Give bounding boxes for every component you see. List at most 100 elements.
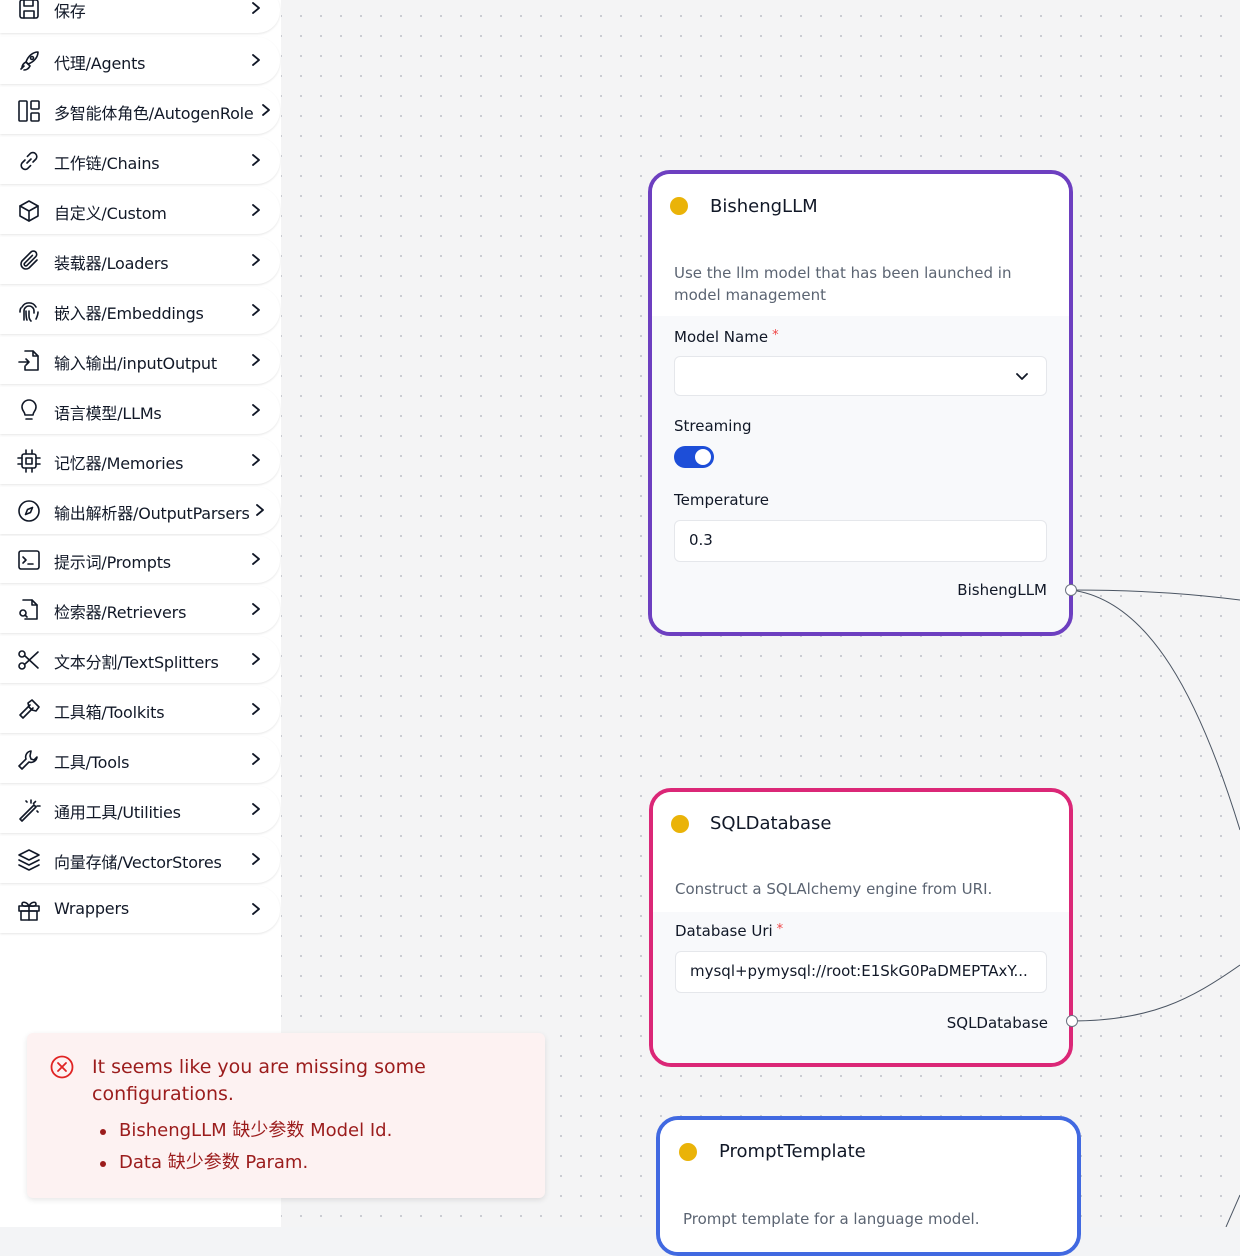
toast-error-list: BishengLLM 缺少参数 Model Id. Data 缺少参数 Para… <box>100 1119 392 1183</box>
toast-error-item: BishengLLM 缺少参数 Model Id. <box>100 1119 392 1151</box>
sidebar-item[interactable]: 保存 <box>0 0 280 33</box>
chevron-right-icon <box>252 304 260 316</box>
sidebar-item-label: 保存 <box>54 2 86 21</box>
sidebar-item-label: 记忆器/Memories <box>54 454 184 473</box>
sidebar-item-label: 代理/Agents <box>54 54 146 73</box>
streaming-label: Streaming <box>674 417 752 435</box>
node-body: Model Name * Streaming Temperature 0.3 Bi… <box>652 316 1069 632</box>
database-uri-input[interactable]: mysql+pymysql://root:E1SkG0PaDMEPTAxY... <box>675 951 1047 993</box>
model-name-select[interactable] <box>674 356 1047 396</box>
sidebar-item[interactable]: Wrappers <box>0 886 280 933</box>
node-header[interactable]: PromptTemplate <box>660 1120 1077 1185</box>
sidebar-item[interactable]: 向量存储/VectorStores <box>0 836 280 883</box>
output-label: BishengLLM <box>957 581 1047 599</box>
error-toast: It seems like you are missing some confi… <box>27 1033 545 1198</box>
sidebar-item[interactable]: 多智能体角色/AutogenRole <box>0 87 280 134</box>
chevron-right-icon <box>252 853 260 865</box>
compass-icon <box>16 498 42 524</box>
chevron-right-icon <box>252 354 260 366</box>
sidebar-item-label: 自定义/Custom <box>54 204 167 223</box>
sidebar-item-label: 文本分割/TextSplitters <box>54 653 219 672</box>
wand-icon <box>16 797 42 823</box>
hammer-icon <box>16 697 42 723</box>
chevron-right-icon <box>252 803 260 815</box>
chevron-right-icon <box>262 104 270 116</box>
sidebar-item[interactable]: 装载器/Loaders <box>0 237 280 284</box>
chevron-right-icon <box>256 504 264 516</box>
node-body: Database Uri * mysql+pymysql://root:E1SkG… <box>653 912 1069 1063</box>
chevron-right-icon <box>252 254 260 266</box>
link-icon <box>16 148 42 174</box>
temperature-label: Temperature <box>674 491 770 509</box>
sidebar-item-label: 输出解析器/OutputParsers <box>54 504 250 523</box>
node-sqldatabase[interactable]: SQLDatabase Construct a SQLAlchemy engin… <box>649 788 1073 1067</box>
sidebar-item[interactable]: 工具箱/Toolkits <box>0 686 280 733</box>
sidebar-item[interactable]: 语言模型/LLMs <box>0 387 280 434</box>
wrench-icon <box>16 747 42 773</box>
toast-error-item: Data 缺少参数 Param. <box>100 1151 392 1183</box>
sidebar-item[interactable]: 代理/Agents <box>0 37 280 84</box>
temperature-input[interactable]: 0.3 <box>674 520 1047 562</box>
chevron-right-icon <box>252 404 260 416</box>
node-title: BishengLLM <box>710 196 818 217</box>
lightbulb-icon <box>16 398 42 424</box>
node-description: Use the llm model that has been launched… <box>652 238 1069 316</box>
sidebar-item-label: 工作链/Chains <box>54 154 160 173</box>
sidebar-item[interactable]: 工作链/Chains <box>0 137 280 184</box>
node-description: Construct a SQLAlchemy engine from URI. <box>653 856 1069 912</box>
required-marker: * <box>772 328 779 343</box>
cpu-icon <box>16 448 42 474</box>
model-name-label: Model Name * <box>674 328 779 346</box>
chevron-right-icon <box>252 653 260 665</box>
node-description: Prompt template for a language model. <box>660 1184 1077 1252</box>
node-header[interactable]: SQLDatabase <box>653 792 1069 857</box>
status-dot <box>679 1143 697 1161</box>
sidebar-item-label: Wrappers <box>54 899 129 918</box>
sidebar-item-label: 输入输出/inputOutput <box>54 354 217 373</box>
sidebar-item-label: 嵌入器/Embeddings <box>54 304 204 323</box>
sidebar-item[interactable]: 提示词/Prompts <box>0 536 280 583</box>
node-title: PromptTemplate <box>719 1141 866 1162</box>
sidebar-item[interactable]: 检索器/Retrievers <box>0 586 280 633</box>
sidebar-item[interactable]: 通用工具/Utilities <box>0 786 280 833</box>
sidebar-item-label: 多智能体角色/AutogenRole <box>54 104 254 123</box>
required-marker: * <box>776 922 784 937</box>
sidebar-item[interactable]: 自定义/Custom <box>0 187 280 234</box>
toggle-knob <box>695 449 711 465</box>
sidebar-item-label: 语言模型/LLMs <box>54 404 162 423</box>
status-dot <box>670 197 688 215</box>
fingerprint-icon <box>16 298 42 324</box>
status-dot <box>671 815 689 833</box>
output-label: SQLDatabase <box>946 1014 1048 1032</box>
node-header[interactable]: BishengLLM <box>652 174 1069 239</box>
layout-icon <box>16 98 42 124</box>
paperclip-icon <box>16 248 42 274</box>
chevron-right-icon <box>252 903 260 915</box>
scissors-icon <box>16 647 42 673</box>
sidebar-item-label: 检索器/Retrievers <box>54 603 187 622</box>
sidebar-item[interactable]: 记忆器/Memories <box>0 437 280 484</box>
box-icon <box>16 198 42 224</box>
sidebar-item[interactable]: 输入输出/inputOutput <box>0 337 280 384</box>
x-circle-icon <box>50 1055 74 1079</box>
file-input-icon <box>16 348 42 374</box>
chevron-right-icon <box>252 603 260 615</box>
sidebar-item-label: 装载器/Loaders <box>54 254 169 273</box>
chevron-right-icon <box>252 154 260 166</box>
chevron-right-icon <box>252 454 260 466</box>
node-bishengllm[interactable]: BishengLLM Use the llm model that has be… <box>648 170 1073 636</box>
sidebar-item-label: 工具箱/Toolkits <box>54 703 165 722</box>
output-handle-bishengllm[interactable] <box>1065 584 1077 596</box>
chevron-right-icon <box>252 2 260 14</box>
node-prompttemplate[interactable]: PromptTemplate Prompt template for a lan… <box>656 1116 1081 1256</box>
streaming-toggle[interactable] <box>674 446 714 468</box>
sidebar-item[interactable]: 输出解析器/OutputParsers <box>0 487 280 534</box>
sidebar-item[interactable]: 嵌入器/Embeddings <box>0 287 280 334</box>
output-handle-sqldatabase[interactable] <box>1066 1015 1078 1027</box>
chevron-right-icon <box>252 703 260 715</box>
node-title: SQLDatabase <box>710 813 832 834</box>
sidebar-item[interactable]: 工具/Tools <box>0 736 280 783</box>
sidebar-item-label: 提示词/Prompts <box>54 553 171 572</box>
sidebar-item-label: 通用工具/Utilities <box>54 803 181 822</box>
sidebar-item[interactable]: 文本分割/TextSplitters <box>0 636 280 683</box>
